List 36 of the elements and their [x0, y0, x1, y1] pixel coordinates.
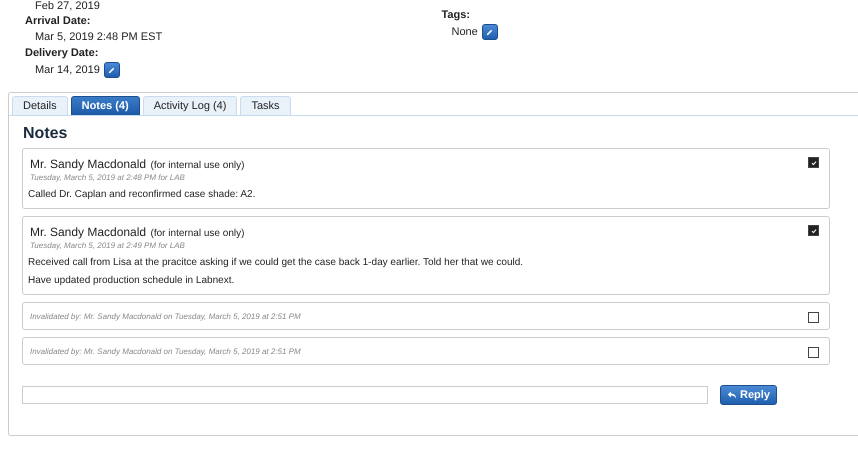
checkbox[interactable] [808, 157, 819, 168]
note-timestamp: Tuesday, March 5, 2019 at 2:49 PM for LAB [30, 241, 186, 250]
note-author: Mr. Sandy Macdonald [30, 157, 146, 171]
previous-date: Feb 27, 2019 [34, 0, 101, 12]
edit-button[interactable] [104, 62, 120, 78]
tab[interactable]: Details [12, 96, 68, 115]
invalidated-text: Invalidated by: Mr. Sandy Macdonald on Tuesday, March 5, 2019 at 2:51 PM [30, 311, 301, 321]
note-author: Mr. Sandy Macdonald [30, 225, 146, 239]
note-visibility: (for internal use only) [150, 160, 244, 171]
checkbox[interactable] [808, 347, 819, 358]
pencil-icon [485, 28, 494, 36]
checkbox[interactable] [808, 225, 819, 236]
note-text: Received call from Lisa at the pracitce asking if we could get the case back 1-day earlier. Told her that we could. [28, 257, 524, 268]
tags-value: None [452, 25, 478, 39]
edit-button[interactable] [482, 24, 498, 40]
delivery-date-label: Delivery Date: [25, 46, 100, 60]
tab[interactable]: Activity Log (4) [142, 96, 238, 115]
pencil-icon [107, 66, 116, 74]
check-icon [810, 226, 818, 234]
note-text: Called Dr. Caplan and reconfirmed case shade: A2. [28, 189, 256, 200]
tab[interactable]: Notes (4) [70, 96, 140, 115]
reply-arrow-icon [727, 390, 737, 400]
notes-heading: Notes [23, 125, 68, 143]
check-icon [810, 158, 818, 166]
arrival-date-label: Arrival Date: [25, 14, 92, 28]
tags-label: Tags: [442, 8, 472, 22]
reply-input-field[interactable] [22, 386, 708, 404]
note-text: Have updated production schedule in Labnext. [28, 275, 236, 286]
delivery-date-value: Mar 14, 2019 [35, 63, 100, 77]
tab[interactable]: Tasks [240, 96, 291, 115]
reply-button[interactable]: Reply [720, 385, 777, 405]
checkbox[interactable] [808, 312, 819, 323]
note-timestamp: Tuesday, March 5, 2019 at 2:48 PM for LAB [30, 173, 186, 182]
arrival-date-value: Mar 5, 2019 2:48 PM EST [34, 30, 164, 44]
note-visibility: (for internal use only) [150, 228, 244, 239]
invalidated-text: Invalidated by: Mr. Sandy Macdonald on Tuesday, March 5, 2019 at 2:51 PM [30, 346, 301, 356]
